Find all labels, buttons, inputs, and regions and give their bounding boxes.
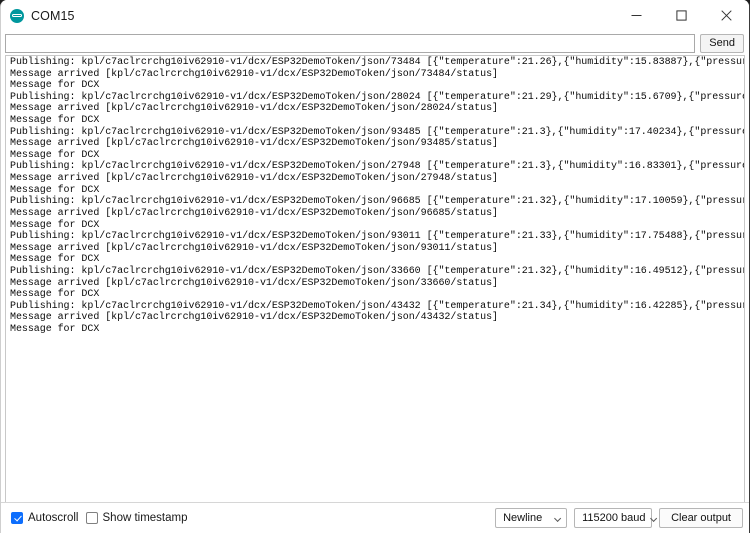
- log-line: Message for DCX: [10, 324, 100, 336]
- log-line: Message for DCX: [10, 184, 100, 196]
- chevron-down-icon: [555, 515, 562, 522]
- log-line: Publishing: kpl/c7aclrcrchg10iv62910-v1/…: [10, 196, 745, 208]
- close-icon[interactable]: [704, 0, 749, 31]
- log-line: Publishing: kpl/c7aclrcrchg10iv62910-v1/…: [10, 126, 745, 138]
- send-button[interactable]: Send: [700, 33, 744, 53]
- log-line: Message for DCX: [10, 289, 100, 301]
- maximize-icon[interactable]: [659, 0, 704, 31]
- baud-rate-value: 115200 baud: [582, 512, 646, 524]
- show-timestamp-checkbox[interactable]: [85, 512, 98, 524]
- log-line: Message arrived [kpl/c7aclrcrchg10iv6291…: [10, 103, 498, 115]
- show-timestamp-checkbox-group[interactable]: Show timestamp: [85, 512, 188, 524]
- log-line: Publishing: kpl/c7aclrcrchg10iv62910-v1/…: [10, 231, 745, 243]
- log-line: Message arrived [kpl/c7aclrcrchg10iv6291…: [10, 207, 498, 219]
- log-line: Message arrived [kpl/c7aclrcrchg10iv6291…: [10, 312, 498, 324]
- log-line: Message arrived [kpl/c7aclrcrchg10iv6291…: [10, 173, 498, 185]
- chevron-down-icon: [651, 515, 658, 522]
- show-timestamp-label: Show timestamp: [102, 512, 188, 524]
- clear-output-button[interactable]: Clear output: [659, 508, 743, 528]
- log-line: Message for DCX: [10, 219, 100, 231]
- autoscroll-checkbox-group[interactable]: Autoscroll: [11, 512, 79, 524]
- window-controls: [614, 0, 749, 31]
- autoscroll-checkbox[interactable]: [11, 512, 23, 524]
- log-line: Message arrived [kpl/c7aclrcrchg10iv6291…: [10, 138, 498, 150]
- serial-output-panel[interactable]: Publishing: kpl/c7aclrcrchg10iv62910-v1/…: [5, 55, 745, 502]
- log-line: Publishing: kpl/c7aclrcrchg10iv62910-v1/…: [10, 161, 745, 173]
- send-row: Send: [1, 31, 749, 55]
- log-line: Message arrived [kpl/c7aclrcrchg10iv6291…: [10, 242, 498, 254]
- log-line: Publishing: kpl/c7aclrcrchg10iv62910-v1/…: [10, 300, 745, 312]
- log-line: Message arrived [kpl/c7aclrcrchg10iv6291…: [10, 277, 498, 289]
- log-line: Message for DCX: [10, 115, 100, 127]
- log-line: Message for DCX: [10, 254, 100, 266]
- arduino-logo-icon: [10, 8, 24, 23]
- line-ending-value: Newline: [503, 512, 543, 524]
- minimize-icon[interactable]: [614, 0, 659, 31]
- window-title: COM15: [31, 8, 75, 23]
- log-line: Message for DCX: [10, 80, 100, 92]
- title-bar-left: COM15: [1, 0, 614, 31]
- title-bar: COM15: [1, 0, 749, 31]
- log-line: Message for DCX: [10, 149, 100, 161]
- serial-output-log: Publishing: kpl/c7aclrcrchg10iv62910-v1/…: [6, 56, 744, 336]
- log-line: Publishing: kpl/c7aclrcrchg10iv62910-v1/…: [10, 265, 745, 277]
- bottom-bar: Autoscroll Show timestamp Newline 115200…: [1, 502, 749, 533]
- baud-rate-select[interactable]: 115200 baud: [574, 508, 653, 528]
- log-line: Publishing: kpl/c7aclrcrchg10iv62910-v1/…: [10, 57, 745, 68]
- log-line: Message arrived [kpl/c7aclrcrchg10iv6291…: [10, 68, 498, 80]
- autoscroll-label: Autoscroll: [28, 512, 79, 524]
- message-input[interactable]: [5, 33, 696, 53]
- line-ending-select[interactable]: Newline: [495, 508, 568, 528]
- log-line: Publishing: kpl/c7aclrcrchg10iv62910-v1/…: [10, 91, 745, 103]
- serial-monitor-window: COM15 Send Publishing: kpl/c7aclrcrchg10…: [0, 0, 750, 533]
